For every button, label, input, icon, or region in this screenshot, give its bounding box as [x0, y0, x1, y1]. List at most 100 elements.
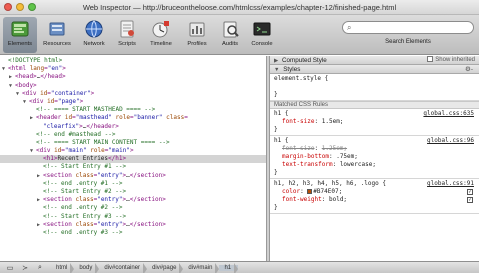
source-link[interactable]: global.css:91 [427, 180, 474, 188]
property-value: lowercase; [339, 161, 376, 168]
property-name: font-weight [282, 196, 322, 203]
dom-node[interactable]: <!-- Start Entry #3 --> [0, 213, 266, 221]
computed-style-header[interactable]: ▶ Computed Style Show inherited [270, 56, 479, 65]
property-value: bold; [328, 196, 348, 203]
dom-node[interactable]: <!-- Start Entry #2 --> [0, 188, 266, 196]
dom-token: <h1> [43, 155, 58, 163]
property-value: 1.5em; [321, 118, 344, 125]
dom-node[interactable]: "clearfix">…</header> [0, 123, 266, 131]
scripts-icon [120, 20, 134, 38]
dom-token: class [75, 220, 94, 228]
dom-node[interactable]: ▼ <div id="page"> [0, 98, 266, 106]
element-style-rule[interactable]: element.style { } [270, 74, 479, 101]
dom-node[interactable]: <!-- ==== START MASTHEAD ==== --> [0, 106, 266, 114]
breadcrumb: html body div#container div#page div#main h1 [51, 262, 239, 273]
gear-icon[interactable]: ⚙- [465, 65, 473, 74]
dom-node[interactable]: ▼ <html lang="en"> [0, 65, 266, 73]
css-property[interactable]: margin-bottom: .75em; [274, 153, 475, 161]
dom-tree-panel[interactable]: <!DOCTYPE html> ▼ <html lang="en"> ▶ <head>…… [0, 56, 266, 261]
dom-token: <!-- ==== START MASTHEAD ==== --> [36, 106, 156, 114]
dom-token: > [79, 97, 84, 105]
breadcrumb-item[interactable]: div#page [147, 262, 184, 273]
dom-token: class [166, 114, 185, 122]
css-rule[interactable]: h1 {global.css:635 font-size: 1.5em;} [270, 109, 479, 136]
css-property[interactable]: font-size: 1.5em; [274, 118, 475, 126]
dom-node[interactable]: ▶ <section class="entry">…</section> [0, 221, 266, 229]
dom-token: "entry" [97, 220, 123, 228]
resources-icon [49, 22, 65, 36]
css-rule[interactable]: h1 {global.css:96 font-size: 1.25em; margi… [270, 136, 479, 179]
breadcrumb-item[interactable]: div#container [99, 262, 147, 273]
console-panel-button[interactable]: Console [246, 17, 278, 53]
styles-sidebar: ▶ Computed Style Show inherited ▼ Styles… [270, 56, 479, 261]
property-name: font-size [282, 118, 315, 125]
property-name: text-transform [282, 161, 333, 168]
dom-token: <!-- end .entry #1 --> [43, 179, 123, 187]
dom-token: <!-- end .entry #3 --> [43, 228, 123, 236]
network-panel-button[interactable]: Network [78, 17, 110, 53]
dom-node[interactable]: <!-- Start Entry #1 --> [0, 163, 266, 171]
breadcrumb-item[interactable]: html [51, 262, 75, 273]
css-property[interactable]: font-size: 1.25em; [274, 145, 475, 153]
timeline-panel-button[interactable]: Timeline [144, 17, 178, 53]
scripts-panel-button[interactable]: Scripts [112, 17, 142, 53]
elements-panel-button[interactable]: Elements [3, 17, 37, 53]
dom-node[interactable]: <!-- end #masthead --> [0, 131, 266, 139]
property-value: .75em; [336, 153, 358, 160]
source-link[interactable]: global.css:635 [423, 110, 474, 118]
dom-token: Recent Entries [57, 155, 109, 163]
dom-token: "container" [50, 89, 91, 97]
dom-node[interactable]: ▶ <section class="entry">…</section> [0, 196, 266, 204]
dom-token: "banner" [133, 114, 163, 122]
css-rule[interactable]: h1, h2, h3, h4, h5, h6, .logo {global.cs… [270, 179, 479, 214]
show-inherited-toggle[interactable]: Show inherited [427, 56, 475, 65]
dom-token: <!-- end .entry #2 --> [43, 204, 123, 212]
dom-token: > [90, 89, 95, 97]
search-field[interactable]: ⌕ [342, 21, 474, 34]
css-property[interactable]: font-weight: bold; ✓ [274, 196, 475, 204]
dom-node[interactable]: ▼ <body> [0, 82, 266, 90]
network-label: Network [83, 41, 105, 47]
css-property[interactable]: color: #B74E07; ✓ [274, 188, 475, 196]
dom-node[interactable]: ▶ <section class="entry">…</section> [0, 172, 266, 180]
dom-token: </section> [129, 171, 166, 179]
search-icon[interactable]: ⌕ [35, 264, 45, 272]
elements-label: Elements [7, 41, 33, 47]
dom-node[interactable]: <!-- ==== START MAIN CONTENT ==== --> [0, 139, 266, 147]
dom-token: <section [43, 196, 76, 204]
rule-close-brace: } [274, 204, 278, 211]
audits-panel-button[interactable]: Audits [215, 17, 245, 53]
breadcrumb-item[interactable]: div#main [183, 262, 220, 273]
dom-node[interactable]: <!-- end .entry #3 --> [0, 229, 266, 237]
dom-node-selected[interactable]: <h1>Recent Entries</h1> [0, 155, 266, 164]
dom-node[interactable]: ▶ <head>…</head> [0, 73, 266, 81]
property-enabled-checkbox[interactable]: ✓ [467, 197, 473, 203]
breadcrumb-item[interactable]: body [74, 262, 100, 273]
dom-token: lang [29, 65, 45, 73]
console-toggle-icon[interactable]: ≻ [20, 264, 30, 272]
rule-close-brace: } [274, 91, 278, 98]
search-input[interactable] [357, 23, 467, 32]
css-property[interactable]: text-transform: lowercase; [274, 161, 475, 169]
property-name: margin-bottom [282, 153, 329, 160]
property-enabled-checkbox[interactable]: ✓ [467, 189, 473, 195]
show-inherited-label: Show inherited [435, 57, 475, 63]
color-swatch[interactable] [307, 189, 313, 194]
dom-token: "page" [57, 97, 80, 105]
resources-panel-button[interactable]: Resources [39, 17, 75, 53]
breadcrumb-item[interactable]: h1 [219, 262, 239, 273]
dom-node[interactable]: ▶ <header id="masthead" role="banner" cla… [0, 114, 266, 122]
styles-header[interactable]: ▼ Styles ⚙- [270, 65, 479, 74]
dom-node[interactable]: <!DOCTYPE html> [0, 57, 266, 65]
dock-icon[interactable]: ▭ [5, 264, 15, 272]
console-label: Console [251, 41, 273, 47]
dom-token: <div [22, 89, 41, 97]
dom-token: class [75, 196, 94, 204]
dom-node[interactable]: ▼ <div id="main" role="main"> [0, 147, 266, 155]
dom-node[interactable]: <!-- end .entry #1 --> [0, 180, 266, 188]
dom-node[interactable]: <!-- end .entry #2 --> [0, 204, 266, 212]
dom-node[interactable]: ▼ <div id="container"> [0, 90, 266, 98]
source-link[interactable]: global.css:96 [427, 137, 474, 145]
profiles-panel-button[interactable]: Profiles [180, 17, 214, 53]
styles-label: Styles [283, 66, 301, 73]
